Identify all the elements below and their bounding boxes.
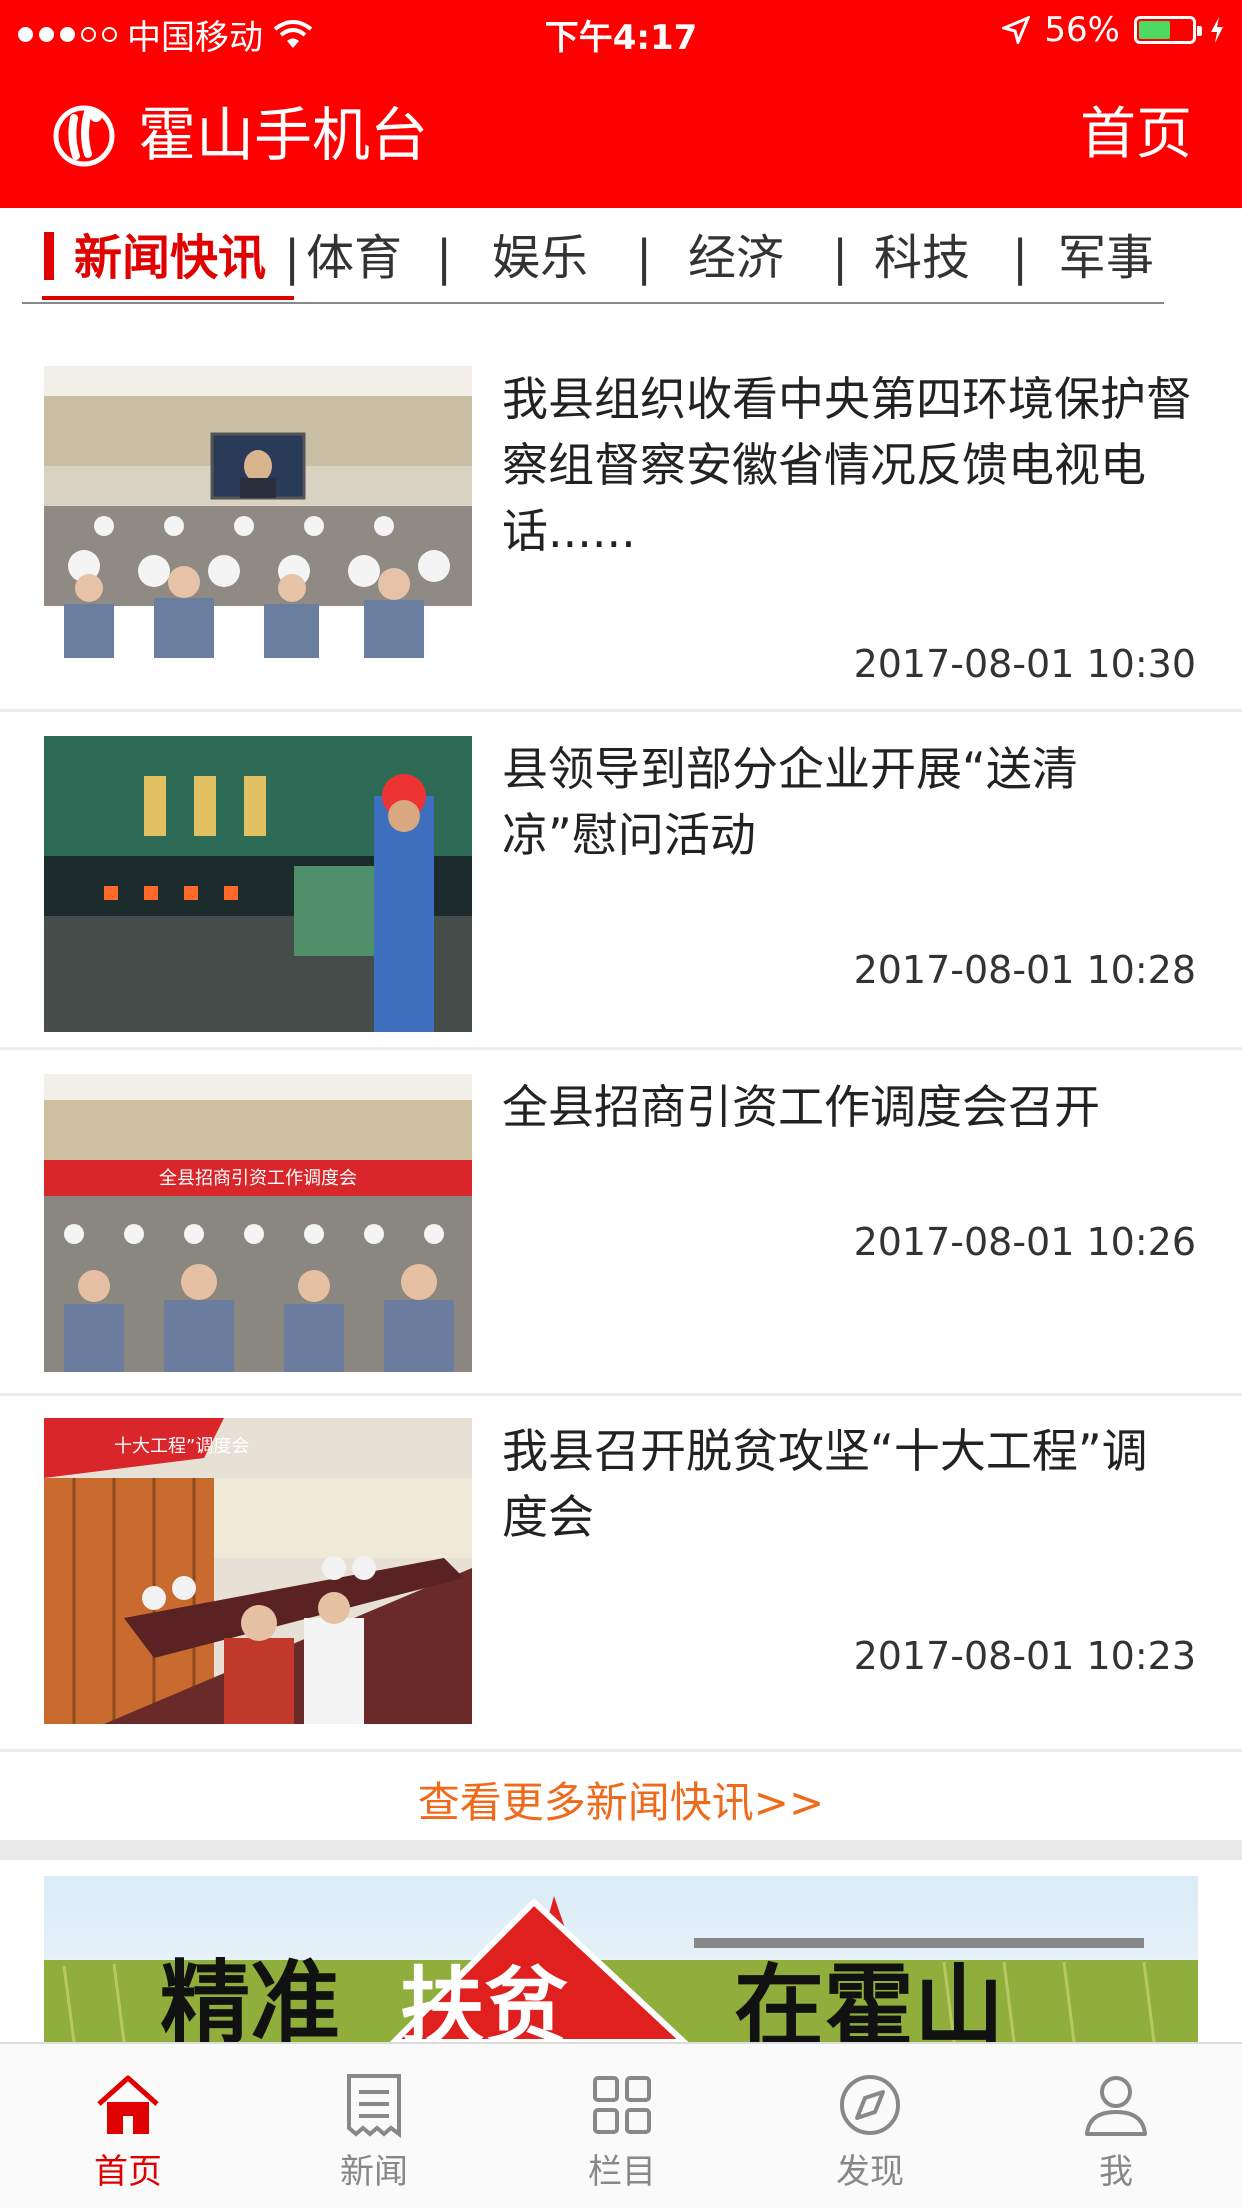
- news-title[interactable]: 全县招商引资工作调度会召开: [502, 1074, 1192, 1140]
- tab-separator: |: [636, 230, 653, 286]
- nav-columns[interactable]: 栏目: [542, 2072, 702, 2193]
- tab-separator: |: [832, 230, 849, 286]
- nav-me[interactable]: 我: [1036, 2072, 1196, 2193]
- news-thumbnail: [44, 736, 472, 1032]
- home-link[interactable]: 首页: [1080, 100, 1192, 170]
- user-icon: [1085, 2076, 1147, 2136]
- tab-economy[interactable]: 经济: [688, 228, 784, 288]
- category-tabs: 新闻快讯 | 体育 | 娱乐 | 经济 | 科技 | 军事: [22, 208, 1164, 304]
- compass-icon: [840, 2075, 900, 2135]
- nav-discover-label: 发现: [836, 2152, 904, 2192]
- news-time: 2017-08-01 10:28: [853, 948, 1196, 992]
- active-tab-underline: [42, 296, 294, 300]
- promo-banner[interactable]: 精准 扶贫 在霍山: [44, 1876, 1198, 2042]
- home-icon: [97, 2075, 159, 2134]
- grid-icon: [593, 2076, 651, 2134]
- section-divider: [0, 1840, 1242, 1860]
- tab-technology[interactable]: 科技: [874, 228, 970, 288]
- news-thumbnail: [44, 366, 472, 658]
- status-bar: 中国移动 下午4:17 56%: [0, 0, 1242, 62]
- tab-sports[interactable]: 体育: [306, 228, 402, 288]
- banner-left-text: 精准: [160, 1951, 340, 2042]
- news-time: 2017-08-01 10:26: [853, 1220, 1196, 1264]
- top-bar: 中国移动 下午4:17 56% 霍山手机台 首页: [0, 0, 1242, 208]
- news-time: 2017-08-01 10:23: [853, 1634, 1196, 1678]
- news-time: 2017-08-01 10:30: [853, 642, 1196, 686]
- tab-news-flash[interactable]: 新闻快讯: [74, 228, 266, 288]
- active-tab-marker: [44, 232, 54, 280]
- news-thumbnail: 全县招商引资工作调度会: [44, 1074, 472, 1372]
- nav-home[interactable]: 首页: [48, 2072, 208, 2193]
- news-item[interactable]: 县领导到部分企业开展“送清凉”慰问活动 2017-08-01 10:28: [0, 712, 1242, 1050]
- tab-separator: |: [284, 230, 301, 286]
- nav-columns-label: 栏目: [588, 2152, 656, 2192]
- nav-me-label: 我: [1099, 2152, 1133, 2192]
- tab-entertainment[interactable]: 娱乐: [492, 228, 588, 288]
- tab-military[interactable]: 军事: [1058, 228, 1154, 288]
- news-title[interactable]: 县领导到部分企业开展“送清凉”慰问活动: [502, 736, 1192, 868]
- charging-icon: [1211, 17, 1223, 43]
- tab-separator: |: [1012, 230, 1029, 286]
- news-item[interactable]: 全县招商引资工作调度会 全县招商引资工作调度会召开 2017-08-01 10:…: [0, 1050, 1242, 1396]
- nav-discover[interactable]: 发现: [790, 2072, 950, 2193]
- news-title[interactable]: 我县召开脱贫攻坚“十大工程”调度会: [502, 1418, 1192, 1550]
- banner-right-text: 在霍山: [734, 1955, 1004, 2042]
- battery-percent: 56%: [1044, 10, 1120, 50]
- news-item[interactable]: 十大工程”调度会 我县召开脱贫攻坚“十大工程”调度会 2017-08-01 10…: [0, 1396, 1242, 1752]
- news-icon: [347, 2074, 401, 2138]
- nav-news[interactable]: 新闻: [294, 2072, 454, 2193]
- battery-icon: [1134, 16, 1202, 44]
- location-arrow-icon: [1002, 16, 1031, 44]
- nav-home-label: 首页: [94, 2152, 162, 2192]
- app-header: 霍山手机台 首页: [0, 62, 1242, 208]
- thumb-banner-text: 全县招商引资工作调度会: [159, 1168, 357, 1189]
- more-news-link[interactable]: 查看更多新闻快讯>>: [0, 1768, 1242, 1838]
- news-item[interactable]: 我县组织收看中央第四环境保护督察组督察安徽省情况反馈电视电话...... 201…: [0, 344, 1242, 712]
- tab-separator: |: [436, 230, 453, 286]
- app-logo: [53, 105, 115, 167]
- banner-center-text: 扶贫: [400, 1958, 568, 2042]
- nav-news-label: 新闻: [340, 2152, 408, 2192]
- bottom-nav: 首页 新闻 栏目 发现 我: [0, 2042, 1242, 2208]
- news-title[interactable]: 我县组织收看中央第四环境保护督察组督察安徽省情况反馈电视电话......: [502, 366, 1192, 564]
- news-thumbnail: 十大工程”调度会: [44, 1418, 472, 1724]
- thumb-banner-text: 十大工程”调度会: [114, 1436, 249, 1457]
- app-title: 霍山手机台: [138, 101, 429, 169]
